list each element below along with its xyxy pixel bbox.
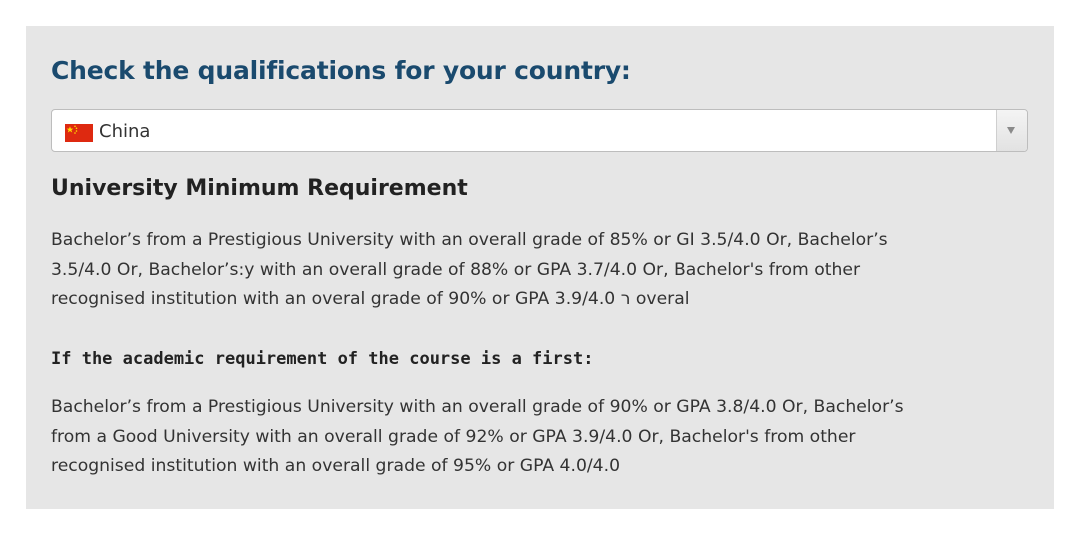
first-class-line: recognised institution with an overall g… — [51, 456, 621, 476]
page-title: Check the qualifications for your countr… — [51, 56, 631, 85]
qualifications-panel: Check the qualifications for your countr… — [26, 26, 1054, 509]
requirements-line: 3.5/4.0 Or, Bachelor’s:y with an overall… — [51, 259, 861, 280]
requirements-title: University Minimum Requirement — [51, 176, 468, 201]
dropdown-toggle[interactable] — [996, 110, 1027, 151]
first-class-text: Bachelor’s from a Prestigious University… — [51, 393, 1041, 482]
requirements-text: Bachelor’s from a Prestigious University… — [51, 226, 1041, 315]
first-class-line: Bachelor’s from a Prestigious University… — [51, 397, 904, 417]
country-select-value: China — [99, 121, 151, 142]
china-flag-icon — [65, 124, 93, 142]
first-class-title: If the academic requirement of the cours… — [51, 349, 594, 369]
first-class-line: from a Good University with an overall g… — [51, 426, 856, 447]
country-select[interactable]: China — [51, 109, 1028, 152]
chevron-down-icon — [1007, 127, 1015, 134]
requirements-line: Bachelor’s from a Prestigious University… — [51, 230, 888, 250]
requirements-line: recognised institution with an overal gr… — [51, 289, 690, 309]
